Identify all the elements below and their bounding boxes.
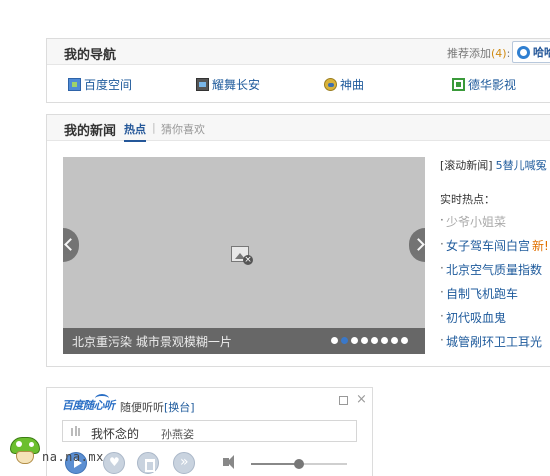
slider-caption-bar: 北京重污染 城市景观模糊一片 bbox=[63, 328, 425, 354]
slider-dot[interactable] bbox=[351, 337, 358, 344]
now-playing-box: 我怀念的 孙燕姿 bbox=[62, 420, 357, 442]
popout-icon[interactable] bbox=[339, 396, 348, 405]
switch-channel-link[interactable]: [换台] bbox=[164, 401, 195, 414]
signal-wave-icon bbox=[95, 394, 109, 403]
slider-prev-button[interactable] bbox=[63, 228, 79, 262]
hot-topic-text: 少爷小姐菜 bbox=[446, 215, 507, 229]
equalizer-icon bbox=[71, 426, 80, 436]
rolling-news-link[interactable]: 5替儿喊冤 bbox=[496, 159, 547, 172]
hot-topic-text: 北京空气质量指数 bbox=[446, 263, 543, 277]
my-nav-title: 我的导航 bbox=[64, 48, 117, 63]
hot-topic-item[interactable]: 初代吸血鬼 bbox=[440, 309, 550, 333]
watermark-text: na.na.mx bbox=[42, 450, 104, 464]
like-button[interactable] bbox=[103, 452, 125, 474]
broken-image-icon bbox=[231, 246, 253, 265]
volume-icon[interactable] bbox=[223, 455, 234, 469]
slider-dot[interactable] bbox=[371, 337, 378, 344]
hot-topic-text: 初代吸血鬼 bbox=[446, 311, 507, 325]
volume-level bbox=[251, 463, 299, 465]
hot-topics-list: 少爷小姐菜 女子驾车闯白宫新! 北京空气质量指数 自制飞机跑车 初代吸血鬼 城管… bbox=[440, 213, 550, 357]
close-icon[interactable]: × bbox=[356, 392, 367, 407]
hot-topic-item[interactable]: 城管剐环卫工耳光 bbox=[440, 333, 550, 357]
hot-topic-item[interactable]: 少爷小姐菜 bbox=[440, 213, 550, 237]
next-track-button[interactable] bbox=[173, 452, 195, 474]
slider-dot[interactable] bbox=[361, 337, 368, 344]
nav-link-label: 耀舞长安 bbox=[212, 78, 261, 92]
quick-add-label: 哈哈 bbox=[533, 46, 550, 59]
quick-add-button[interactable]: 哈哈 bbox=[512, 41, 550, 63]
song-artist[interactable]: 孙燕姿 bbox=[161, 426, 194, 442]
hot-topics-title: 实时热点： bbox=[440, 193, 495, 206]
recommend-add-label: 推荐添加 bbox=[447, 47, 491, 60]
hot-topic-text: 女子驾车闯白宫 bbox=[446, 239, 531, 253]
volume-handle[interactable] bbox=[294, 459, 304, 469]
nav-link-baidu-space[interactable]: 百度空间 bbox=[68, 76, 132, 93]
dehua-video-icon bbox=[452, 78, 465, 91]
tab-separator: | bbox=[152, 121, 156, 134]
volume-slider[interactable] bbox=[251, 459, 347, 469]
rolling-news: [滚动新闻]5替儿喊冤| bbox=[440, 157, 550, 173]
my-nav-header: 我的导航 推荐添加(4): 哈哈 bbox=[47, 39, 550, 65]
hot-topic-text: 自制飞机跑车 bbox=[446, 287, 519, 301]
new-badge: 新! bbox=[532, 239, 549, 253]
dance-icon bbox=[196, 78, 209, 91]
radio-subtitle: 随便听听[换台] bbox=[120, 399, 195, 415]
my-nav-panel: 我的导航 推荐添加(4): 哈哈 百度空间 耀舞长安 神曲 德华影视 bbox=[46, 38, 550, 103]
slider-dot[interactable] bbox=[391, 337, 398, 344]
tab-hot[interactable]: 热点 bbox=[124, 121, 146, 142]
trash-button[interactable] bbox=[137, 452, 159, 474]
slider-dot[interactable] bbox=[381, 337, 388, 344]
nav-link-dance[interactable]: 耀舞长安 bbox=[196, 76, 260, 93]
player-controls bbox=[65, 452, 365, 476]
nav-links: 百度空间 耀舞长安 神曲 德华影视 bbox=[47, 76, 550, 96]
recommend-colon: : bbox=[506, 47, 511, 60]
recommend-add[interactable]: 推荐添加(4): bbox=[447, 45, 510, 61]
slider-caption[interactable]: 北京重污染 城市景观模糊一片 bbox=[72, 333, 232, 350]
my-news-panel: 我的新闻 热点 | 猜你喜欢 北京重污染 城市景观模糊一片 [滚动新闻]5替儿喊… bbox=[46, 114, 550, 367]
hot-topic-item[interactable]: 自制飞机跑车 bbox=[440, 285, 550, 309]
site-icon bbox=[517, 45, 530, 59]
tab-guess-you-like[interactable]: 猜你喜欢 bbox=[161, 121, 205, 137]
mushroom-face bbox=[16, 451, 34, 464]
slider-dot[interactable] bbox=[331, 337, 338, 344]
hot-topic-item[interactable]: 北京空气质量指数 bbox=[440, 261, 550, 285]
mascot-logo bbox=[10, 437, 40, 465]
slider-next-button[interactable] bbox=[409, 228, 425, 262]
nav-link-label: 德华影视 bbox=[468, 78, 517, 92]
recommend-count: (4) bbox=[491, 47, 507, 60]
baidu-radio-logo: 百度随心听 bbox=[62, 394, 115, 413]
rolling-news-label: [滚动新闻] bbox=[440, 159, 493, 172]
nav-link-song[interactable]: 神曲 bbox=[324, 76, 364, 93]
my-news-header: 我的新闻 热点 | 猜你喜欢 bbox=[47, 115, 550, 142]
nav-link-label: 百度空间 bbox=[84, 78, 133, 92]
hot-topic-item[interactable]: 女子驾车闯白宫新! bbox=[440, 237, 550, 261]
my-news-title: 我的新闻 bbox=[64, 124, 117, 139]
slider-dot[interactable] bbox=[401, 337, 408, 344]
slider-dot[interactable] bbox=[341, 337, 348, 344]
song-icon bbox=[324, 78, 337, 91]
nav-link-label: 神曲 bbox=[340, 78, 365, 92]
slider-dots bbox=[328, 337, 408, 344]
news-sidebar: [滚动新闻]5替儿喊冤| 实时热点： 少爷小姐菜 女子驾车闯白宫新! 北京空气质… bbox=[440, 157, 550, 357]
baidu-space-icon bbox=[68, 78, 81, 91]
nav-link-dehua-video[interactable]: 德华影视 bbox=[452, 76, 516, 93]
hot-topic-text: 城管剐环卫工耳光 bbox=[446, 335, 543, 349]
radio-channel-label: 随便听听 bbox=[120, 401, 164, 414]
news-slider[interactable]: 北京重污染 城市景观模糊一片 bbox=[63, 157, 425, 354]
song-name: 我怀念的 bbox=[91, 427, 140, 441]
